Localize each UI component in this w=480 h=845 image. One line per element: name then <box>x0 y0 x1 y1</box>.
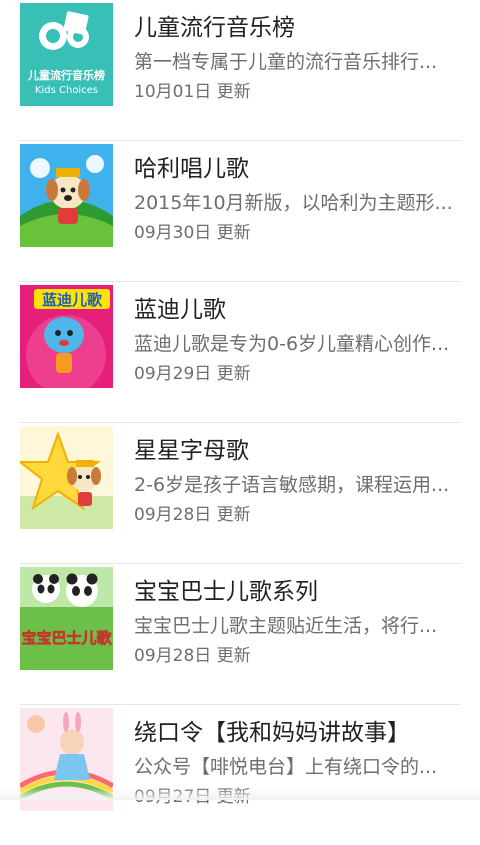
cover-image <box>20 144 113 247</box>
cover-image: 宝宝巴士儿歌 <box>20 567 113 670</box>
cover-text-cn: 蓝迪儿歌 <box>42 291 103 309</box>
cover-text-en: Kids Choices <box>35 85 98 96</box>
list-item[interactable]: 星星字母歌 2-6岁是孩子语言敏感期，课程运用... 09月28日 更新 <box>20 423 460 564</box>
item-update-date: 09月29日 更新 <box>134 364 251 384</box>
list-item[interactable]: 宝宝巴士儿歌 宝宝巴士儿歌系列 宝宝巴士儿歌主题贴近生活，将行... 09月28… <box>20 564 460 705</box>
cover-text-cn: 宝宝巴士儿歌 <box>21 629 112 647</box>
cover-image <box>20 426 113 529</box>
item-description: 2-6岁是孩子语言敏感期，课程运用... <box>134 474 450 496</box>
item-update-date: 10月01日 更新 <box>134 82 251 102</box>
item-description: 公众号【啡悦电台】上有绕口令的... <box>134 756 438 778</box>
item-title: 哈利唱儿歌 <box>134 156 249 182</box>
item-title: 星星字母歌 <box>134 438 249 464</box>
playlist-list: 儿童流行音乐榜 Kids Choices 儿童流行音乐榜 第一档专属于儿童的流行… <box>0 0 480 845</box>
list-item[interactable]: 儿童流行音乐榜 Kids Choices 儿童流行音乐榜 第一档专属于儿童的流行… <box>20 0 460 141</box>
item-update-date: 09月28日 更新 <box>134 646 251 666</box>
item-description: 蓝迪儿歌是专为0-6岁儿童精心创作... <box>134 333 450 355</box>
item-update-date: 09月28日 更新 <box>134 505 251 525</box>
item-update-date: 09月30日 更新 <box>134 223 251 243</box>
item-title: 绕口令【我和妈妈讲故事】 <box>134 720 410 746</box>
cover-text-cn: 儿童流行音乐榜 <box>27 68 105 82</box>
item-title: 宝宝巴士儿歌系列 <box>134 579 318 605</box>
bottom-fade <box>0 788 480 800</box>
cover-image: 蓝迪儿歌 <box>20 285 113 388</box>
cover-image: 儿童流行音乐榜 Kids Choices <box>20 3 113 106</box>
item-description: 第一档专属于儿童的流行音乐排行... <box>134 51 438 73</box>
item-title: 蓝迪儿歌 <box>134 297 226 323</box>
list-item[interactable]: 哈利唱儿歌 2015年10月新版，以哈利为主题形... 09月30日 更新 <box>20 141 460 282</box>
item-description: 宝宝巴士儿歌主题贴近生活，将行... <box>134 615 438 637</box>
item-description: 2015年10月新版，以哈利为主题形... <box>134 192 453 214</box>
list-item[interactable]: 绕口令【我和妈妈讲故事】 公众号【啡悦电台】上有绕口令的... 09月27日 更… <box>20 705 460 845</box>
list-item[interactable]: 蓝迪儿歌 蓝迪儿歌 蓝迪儿歌是专为0-6岁儿童精心创作... 09月29日 更新 <box>20 282 460 423</box>
item-title: 儿童流行音乐榜 <box>134 15 295 41</box>
